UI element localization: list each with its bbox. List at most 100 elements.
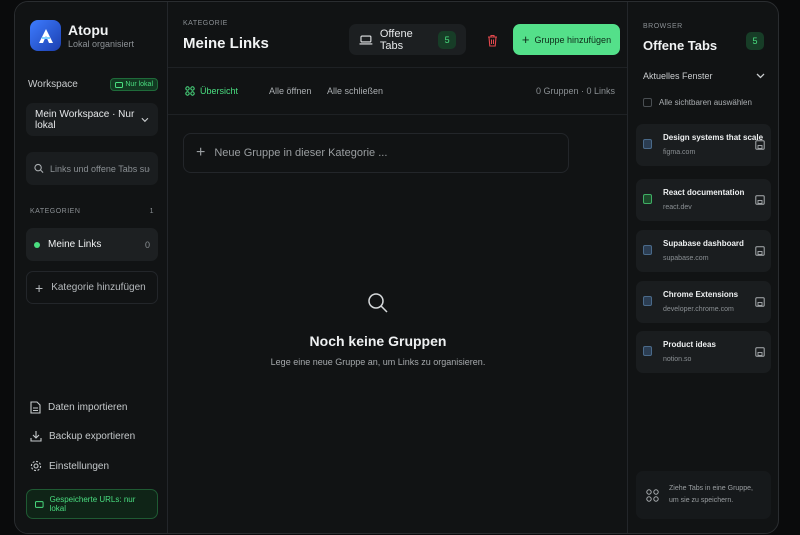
atopu-logo-icon (30, 20, 61, 51)
empty-state-title: Noch keine Gruppen (309, 333, 447, 349)
search-box (26, 152, 158, 185)
add-category-label: Kategorie hinzufügen (51, 282, 146, 293)
groups-links-summary: 0 Gruppen · 0 Links (535, 86, 615, 96)
add-group-label: Gruppe hinzufügen (534, 34, 612, 45)
save-icon[interactable] (755, 347, 765, 357)
favicon-icon (643, 194, 652, 204)
laptop-icon (359, 34, 373, 45)
new-group-placeholder: Neue Gruppe in dieser Kategorie ... (214, 147, 388, 159)
browser-tab-url: supabase.com (663, 255, 709, 262)
browser-tab-title: React documentation (663, 188, 745, 197)
browser-tab-item[interactable]: React documentation react.dev (636, 179, 771, 221)
workspace-select-value: Mein Workspace · Nur lokal (35, 108, 135, 131)
save-icon[interactable] (755, 195, 765, 205)
import-data-label: Daten importieren (48, 402, 128, 413)
tab-close-all[interactable]: Alle schließen (327, 86, 383, 96)
categories-header-count: 1 (149, 208, 154, 215)
browser-tab-title: Product ideas (663, 340, 716, 349)
saved-urls-label: Gespeicherte URLs: nur lokal (49, 495, 136, 513)
drag-hint: Ziehe Tabs in eine Gruppe, um sie zu spe… (636, 471, 771, 519)
download-icon (30, 431, 42, 442)
favicon-icon (643, 296, 652, 306)
browser-tab-url: react.dev (663, 204, 692, 211)
browser-tab-title: Chrome Extensions (663, 290, 739, 299)
browser-title: Offene Tabs (643, 38, 718, 53)
category-dot (34, 241, 40, 248)
local-badge: Nur lokal (110, 78, 158, 91)
add-category-button[interactable]: + Kategorie hinzufügen (26, 271, 158, 304)
saved-urls-badge: Gespeicherte URLs: nur lokal (26, 489, 158, 519)
grid-icon (185, 86, 195, 96)
browser-tab-item[interactable]: Product ideas notion.so (636, 331, 771, 373)
browser-tab-title: Design systems that scale (663, 133, 764, 142)
empty-state-subtitle: Lege eine neue Gruppe an, um Links zu or… (270, 357, 486, 367)
sidebar: Atopu Lokal organisiert Workspace Nur lo… (15, 2, 168, 533)
category-label: Meine Links (48, 239, 102, 250)
add-group-button[interactable]: + Gruppe hinzufügen (513, 24, 620, 55)
select-all-label: Alle sichtbaren auswählen (659, 98, 752, 107)
checkbox (643, 98, 652, 107)
local-badge-label: Nur lokal (125, 81, 153, 88)
search-icon (368, 293, 388, 313)
file-icon (30, 401, 41, 414)
categories-header: KATEGORIEN 1 (30, 208, 154, 215)
drag-hint-line2: um sie zu speichern. (669, 497, 734, 504)
window-select[interactable]: Aktuelles Fenster (643, 71, 765, 81)
delete-category-button[interactable] (480, 28, 504, 52)
browser-tab-item[interactable]: Design systems that scale figma.com (636, 124, 771, 166)
empty-state: Noch keine Gruppen Lege eine neue Gruppe… (168, 292, 588, 367)
drag-hint-line1: Ziehe Tabs in eine Gruppe, (669, 485, 753, 492)
open-tabs-button[interactable]: Offene Tabs 5 (349, 24, 466, 55)
settings-link[interactable]: Einstellungen (30, 460, 109, 472)
tab-open-all-label: Alle öffnen (269, 86, 312, 96)
new-group-input[interactable]: + Neue Gruppe in dieser Kategorie ... (183, 133, 569, 173)
app-name: Atopu (68, 21, 109, 38)
tab-overview[interactable]: Übersicht (185, 86, 238, 96)
export-backup-label: Backup exportieren (49, 430, 136, 442)
save-icon[interactable] (755, 246, 765, 256)
search-input[interactable] (50, 163, 150, 174)
card-icon (35, 500, 44, 508)
categories-header-label: KATEGORIEN (30, 208, 81, 215)
browser-tab-count: 5 (746, 32, 764, 50)
window-select-value: Aktuelles Fenster (643, 71, 713, 81)
plus-icon: + (35, 279, 44, 296)
settings-label: Einstellungen (49, 460, 110, 472)
workspace-select[interactable]: Mein Workspace · Nur lokal (26, 103, 158, 136)
category-item-meine-links[interactable]: Meine Links 0 (26, 228, 158, 261)
trash-icon (487, 34, 497, 47)
import-data-link[interactable]: Daten importieren (30, 401, 127, 414)
export-backup-link[interactable]: Backup exportieren (30, 430, 135, 442)
select-all-checkbox[interactable]: Alle sichtbaren auswählen (643, 98, 752, 107)
grid-icon (646, 488, 659, 502)
save-icon[interactable] (755, 297, 765, 307)
browser-panel: BROWSER Offene Tabs 5 Aktuelles Fenster … (627, 2, 778, 533)
open-tabs-count: 5 (438, 30, 456, 49)
browser-tab-item[interactable]: Supabase dashboard supabase.com (636, 230, 771, 272)
brand: Atopu Lokal organisiert (30, 20, 134, 51)
main-panel: KATEGORIE Meine Links Offene Tabs 5 + Gr… (168, 2, 627, 533)
chevron-down-icon (756, 73, 765, 79)
chevron-down-icon (141, 117, 149, 122)
browser-tab-url: developer.chrome.com (663, 306, 734, 313)
save-icon[interactable] (755, 140, 765, 150)
plus-icon: + (196, 144, 206, 161)
favicon-icon (643, 139, 652, 149)
category-count: 0 (144, 239, 150, 250)
gear-icon (30, 460, 42, 472)
browser-tab-item[interactable]: Chrome Extensions developer.chrome.com (636, 281, 771, 323)
view-tabbar: Übersicht Alle öffnen Alle schließen 0 G… (168, 67, 627, 115)
tab-open-all[interactable]: Alle öffnen (269, 86, 311, 96)
favicon-icon (643, 245, 652, 255)
browser-tab-url: notion.so (663, 356, 692, 363)
category-kicker: KATEGORIE (183, 20, 228, 27)
workspace-row: Workspace Nur lokal (28, 78, 158, 91)
app-subtitle: Lokal organisiert (68, 38, 135, 49)
search-icon (34, 163, 44, 173)
tab-overview-label: Übersicht (200, 86, 239, 96)
plus-icon: + (521, 32, 530, 47)
browser-tab-title: Supabase dashboard (663, 239, 744, 248)
app-window: Atopu Lokal organisiert Workspace Nur lo… (14, 1, 779, 534)
workspace-label: Workspace (28, 79, 78, 90)
tab-close-all-label: Alle schließen (327, 86, 384, 96)
